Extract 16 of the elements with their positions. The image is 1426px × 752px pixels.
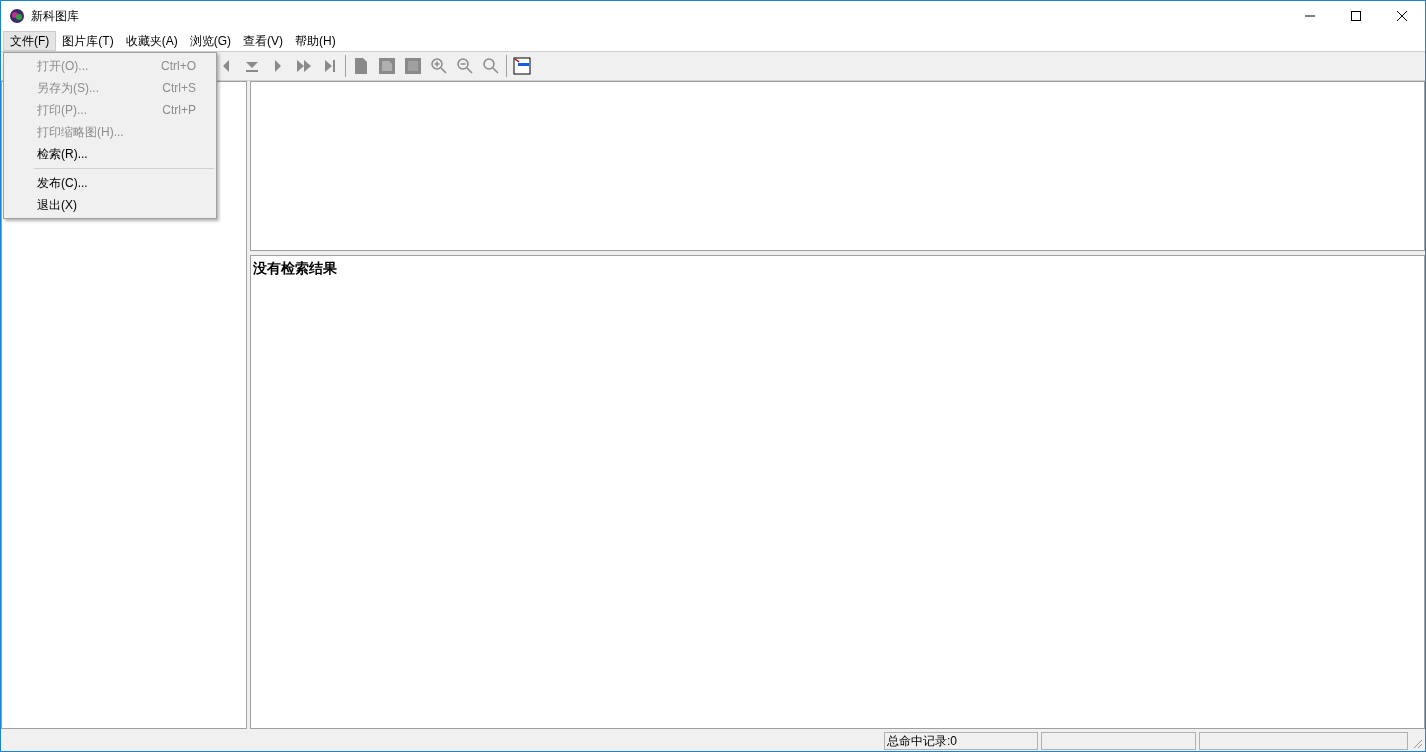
resize-grip-icon [1411,737,1423,749]
app-icon [9,8,25,24]
close-icon [1397,11,1407,21]
menu-item[interactable]: 图片库(T) [56,31,120,51]
menu-entry[interactable]: 检索(R)... [4,143,216,165]
window-title: 新科图库 [31,8,79,25]
menu-item[interactable]: 文件(F) [3,31,57,51]
status-text: 总命中记录:0 [887,733,957,750]
menu-item[interactable]: 查看(V) [237,31,289,51]
maximize-icon [1351,11,1361,21]
menu-item[interactable]: 收藏夹(A) [119,31,184,51]
menu-item[interactable]: 帮助(H) [289,31,342,51]
menu-entry[interactable]: 退出(X) [4,194,216,216]
menu-entry[interactable]: 发布(C)... [4,172,216,194]
results-message: 没有检索结果 [253,260,337,276]
menu-item[interactable]: 浏览(G) [183,31,237,51]
